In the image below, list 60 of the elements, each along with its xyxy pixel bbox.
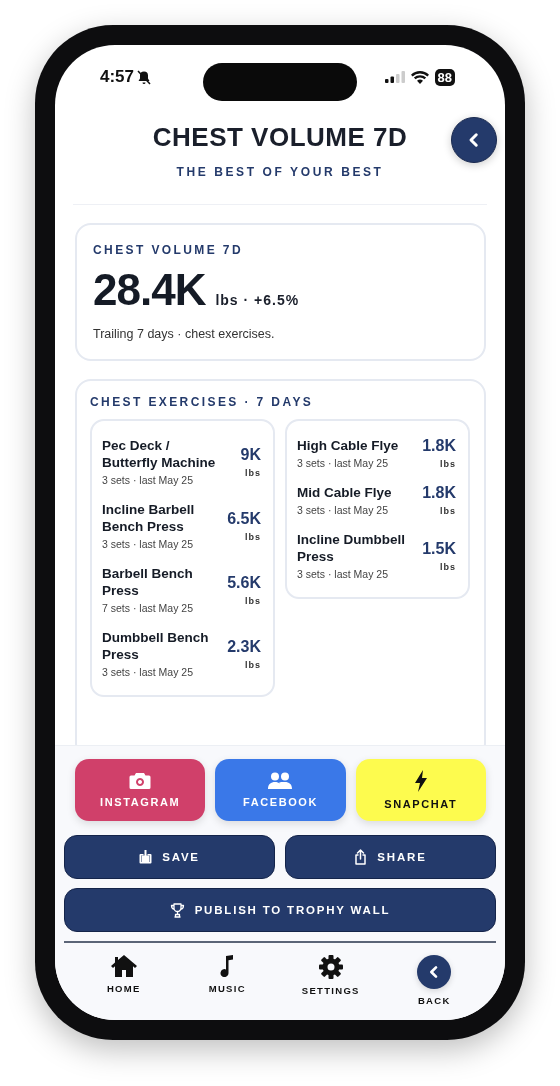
nav-item[interactable]: BACK xyxy=(394,955,475,1006)
exercise-meta: 3 sets · last May 25 xyxy=(102,538,195,550)
summary-note: Trailing 7 days · chest exercises. xyxy=(93,327,276,341)
volume-value: 28.4K xyxy=(93,265,206,315)
exercise-unit: lbs xyxy=(439,506,456,516)
battery-level: 88 xyxy=(434,68,455,86)
home-icon xyxy=(110,955,137,977)
publish-button[interactable]: PUBLISH TO TROPHY WALL xyxy=(64,888,496,932)
status-time: 4:57 xyxy=(100,67,135,87)
share-target-button[interactable]: FACEBOOK xyxy=(215,759,346,821)
exercise-unit: lbs xyxy=(439,459,456,469)
download-icon xyxy=(139,850,153,864)
camera-icon xyxy=(129,772,152,790)
exercise-meta: 3 sets · last May 25 xyxy=(102,474,195,486)
exercise-name: High Cable Flye xyxy=(297,437,399,454)
lightning-icon xyxy=(413,770,428,792)
wifi-icon xyxy=(410,70,429,84)
volume-change: lbs · +6.5% xyxy=(215,292,300,308)
exercise-volume: 6.5K xyxy=(227,509,261,528)
exercise-meta: 3 sets · last May 25 xyxy=(297,457,390,469)
page-subtitle: THE BEST OF YOUR BEST xyxy=(175,165,385,179)
exercise-name: Pec Deck / Butterfly Machine xyxy=(102,437,217,471)
nav-item[interactable]: MUSIC xyxy=(187,955,268,1006)
nav-item[interactable]: SETTINGS xyxy=(290,955,371,1006)
settings-icon xyxy=(318,955,343,979)
exercise-unit: lbs xyxy=(244,659,261,670)
card-label: CHEST EXERCISES · 7 DAYS xyxy=(90,395,315,409)
exercise-volume: 1.5K xyxy=(422,539,456,558)
trophy-icon xyxy=(169,902,185,918)
exercise-meta: 3 sets · last May 25 xyxy=(297,568,390,580)
exercise-name: Incline Barbell Bench Press xyxy=(102,501,196,535)
exercise-unit: lbs xyxy=(439,561,456,572)
card-label: CHEST VOLUME 7D xyxy=(93,243,244,257)
exercise-meta: 3 sets · last May 25 xyxy=(297,504,390,516)
share-target-button[interactable]: INSTAGRAM xyxy=(75,759,206,821)
share-icon xyxy=(354,849,368,865)
exercise-volume: 5.6K xyxy=(227,573,261,592)
signal-icon xyxy=(384,71,405,83)
exercise-name: Dumbbell Bench Press xyxy=(102,629,210,663)
nav-item[interactable]: HOME xyxy=(83,955,164,1006)
exercise-volume: 1.8K xyxy=(422,484,456,502)
back-button[interactable] xyxy=(451,117,497,163)
save-button[interactable]: SAVE xyxy=(64,835,275,879)
exercise-meta: 3 sets · last May 25 xyxy=(102,666,195,678)
exercise-meta: 7 sets · last May 25 xyxy=(102,602,195,614)
exercise-name: Mid Cable Flye xyxy=(297,484,392,501)
exercise-unit: lbs xyxy=(244,467,261,478)
exercise-unit: lbs xyxy=(244,531,261,542)
exercise-unit: lbs xyxy=(244,595,261,606)
exercise-volume: 9K xyxy=(240,445,261,464)
exercise-name: Incline Dumbbell Press xyxy=(297,531,406,565)
share-button[interactable]: SHARE xyxy=(285,835,496,879)
exercise-volume: 2.3K xyxy=(227,637,261,656)
music-note-icon xyxy=(220,955,235,977)
exercise-volume: 1.8K xyxy=(422,437,456,455)
share-target-button[interactable]: SNAPCHAT xyxy=(355,759,486,821)
page-title: CHEST VOLUME 7D xyxy=(152,122,408,153)
bell-muted-icon xyxy=(137,69,152,85)
people-icon xyxy=(267,772,294,790)
exercise-name: Barbell Bench Press xyxy=(102,565,194,599)
